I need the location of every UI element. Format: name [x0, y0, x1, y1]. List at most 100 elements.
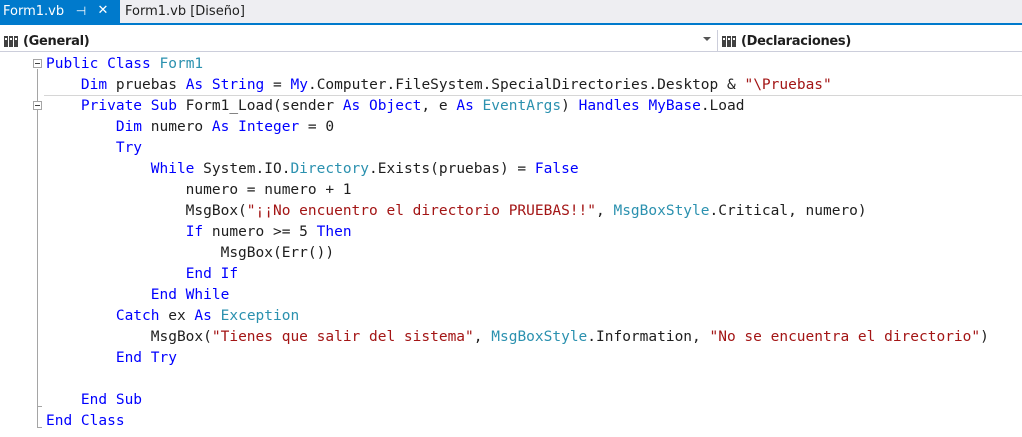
code-token: End While [150, 287, 230, 303]
code-token: numero >= 5 [203, 224, 317, 240]
code-token: Private Sub [80, 98, 177, 114]
tab-title: Form1.vb [Diseño] [125, 4, 245, 19]
navigation-bar: (General) (Declaraciones) [0, 30, 1022, 52]
code-token: String [211, 77, 265, 93]
code-token: Catch [115, 308, 160, 324]
code-token: Dim [115, 119, 143, 135]
chevron-down-icon[interactable] [703, 37, 711, 41]
code-token: = [264, 77, 291, 93]
code-token: Object [369, 98, 422, 114]
code-token: Public Class [46, 56, 160, 72]
code-token: As [456, 98, 474, 114]
code-token: Handles [578, 98, 640, 114]
code-token: .Load [700, 98, 745, 114]
tab-form1-design[interactable]: Form1.vb [Diseño] [125, 0, 245, 23]
code-line[interactable]: MsgBox("¡¡No encuentro el directorio PRU… [46, 201, 867, 222]
code-token: "No se encuentra el directorio" [709, 329, 981, 345]
collapse-class-icon[interactable] [33, 59, 42, 68]
code-token: Form1_Load(sender [176, 98, 343, 114]
outline-end-tick [37, 406, 42, 407]
collapse-sub-icon[interactable] [33, 101, 42, 110]
code-token: numero = numero + 1 [46, 182, 352, 198]
code-token: Try [115, 140, 143, 156]
code-token: MsgBox( [46, 329, 212, 345]
code-token: As [211, 119, 230, 135]
close-icon[interactable]: ✕ [96, 4, 110, 18]
pin-icon[interactable]: ⊣ [74, 4, 88, 18]
code-token: , e [421, 98, 457, 114]
code-token: As [342, 98, 361, 114]
code-line[interactable]: While System.IO.Directory.Exists(pruebas… [46, 159, 579, 180]
code-token: .Critical, numero) [709, 203, 867, 219]
code-token: numero [142, 119, 212, 135]
code-token: MyBase [648, 98, 701, 114]
class-members-icon [721, 34, 738, 48]
code-line[interactable]: Public Class Form1 [46, 54, 203, 75]
code-line[interactable]: End If [46, 264, 238, 285]
outline-guide [37, 111, 38, 405]
code-line[interactable]: Dim pruebas As String = My.Computer.File… [46, 75, 832, 96]
code-line[interactable]: End Try [46, 348, 177, 369]
code-token: Dim [80, 77, 108, 93]
type-dropdown[interactable]: (General) [0, 30, 717, 52]
tab-title: Form1.vb [3, 4, 65, 19]
code-line[interactable]: Try [46, 138, 142, 159]
code-token: System.IO. [194, 161, 291, 177]
code-line[interactable]: End While [46, 285, 230, 306]
tab-form1-vb[interactable]: Form1.vb ⊣ ✕ [0, 0, 120, 23]
code-token: If [185, 224, 204, 240]
code-line[interactable]: Private Sub Form1_Load(sender As Object,… [46, 96, 745, 117]
code-token: Directory [290, 161, 370, 177]
code-token: "\Pruebas" [744, 77, 832, 93]
code-line[interactable]: MsgBox("Tienes que salir del sistema", M… [46, 327, 989, 348]
code-token: While [150, 161, 195, 177]
code-line[interactable]: Catch ex As Exception [46, 306, 299, 327]
code-token: "¡¡No encuentro el directorio PRUEBAS!!" [246, 203, 596, 219]
code-token: ex [159, 308, 195, 324]
code-editor[interactable]: Public Class Form1 Dim pruebas As String… [0, 53, 1022, 437]
code-token: End Class [46, 413, 125, 429]
member-dropdown[interactable]: (Declaraciones) [717, 30, 1022, 52]
code-token: End Sub [80, 392, 143, 408]
code-token: ) [561, 98, 579, 114]
code-token: .Exists(pruebas) = [369, 161, 535, 177]
code-token: Exception [220, 308, 300, 324]
code-token: Then [316, 224, 352, 240]
outlining-margin [0, 53, 44, 437]
code-line[interactable]: numero = numero + 1 [46, 180, 352, 201]
type-dropdown-label: (General) [23, 33, 90, 49]
code-line[interactable]: If numero >= 5 Then [46, 222, 352, 243]
code-token: End If [185, 266, 239, 282]
code-token: Integer [238, 119, 300, 135]
code-token: , [596, 203, 614, 219]
document-tab-strip: Form1.vb ⊣ ✕ Form1.vb [Diseño] [0, 0, 1022, 25]
code-line[interactable]: MsgBox(Err()) [46, 243, 335, 264]
code-token: = 0 [299, 119, 335, 135]
code-line[interactable]: End Class [46, 411, 125, 432]
code-line[interactable]: End Sub [46, 390, 142, 411]
code-token: .Information, [587, 329, 710, 345]
code-token: My [290, 77, 308, 93]
outline-end-tick [37, 427, 42, 428]
code-token: EventArgs [482, 98, 562, 114]
code-token: As [194, 308, 212, 324]
code-token: pruebas [107, 77, 186, 93]
class-members-icon [3, 34, 20, 48]
code-line[interactable]: Dim numero As Integer = 0 [46, 117, 334, 138]
code-token: "Tienes que salir del sistema" [211, 329, 474, 345]
code-token: MsgBox(Err()) [46, 245, 335, 261]
